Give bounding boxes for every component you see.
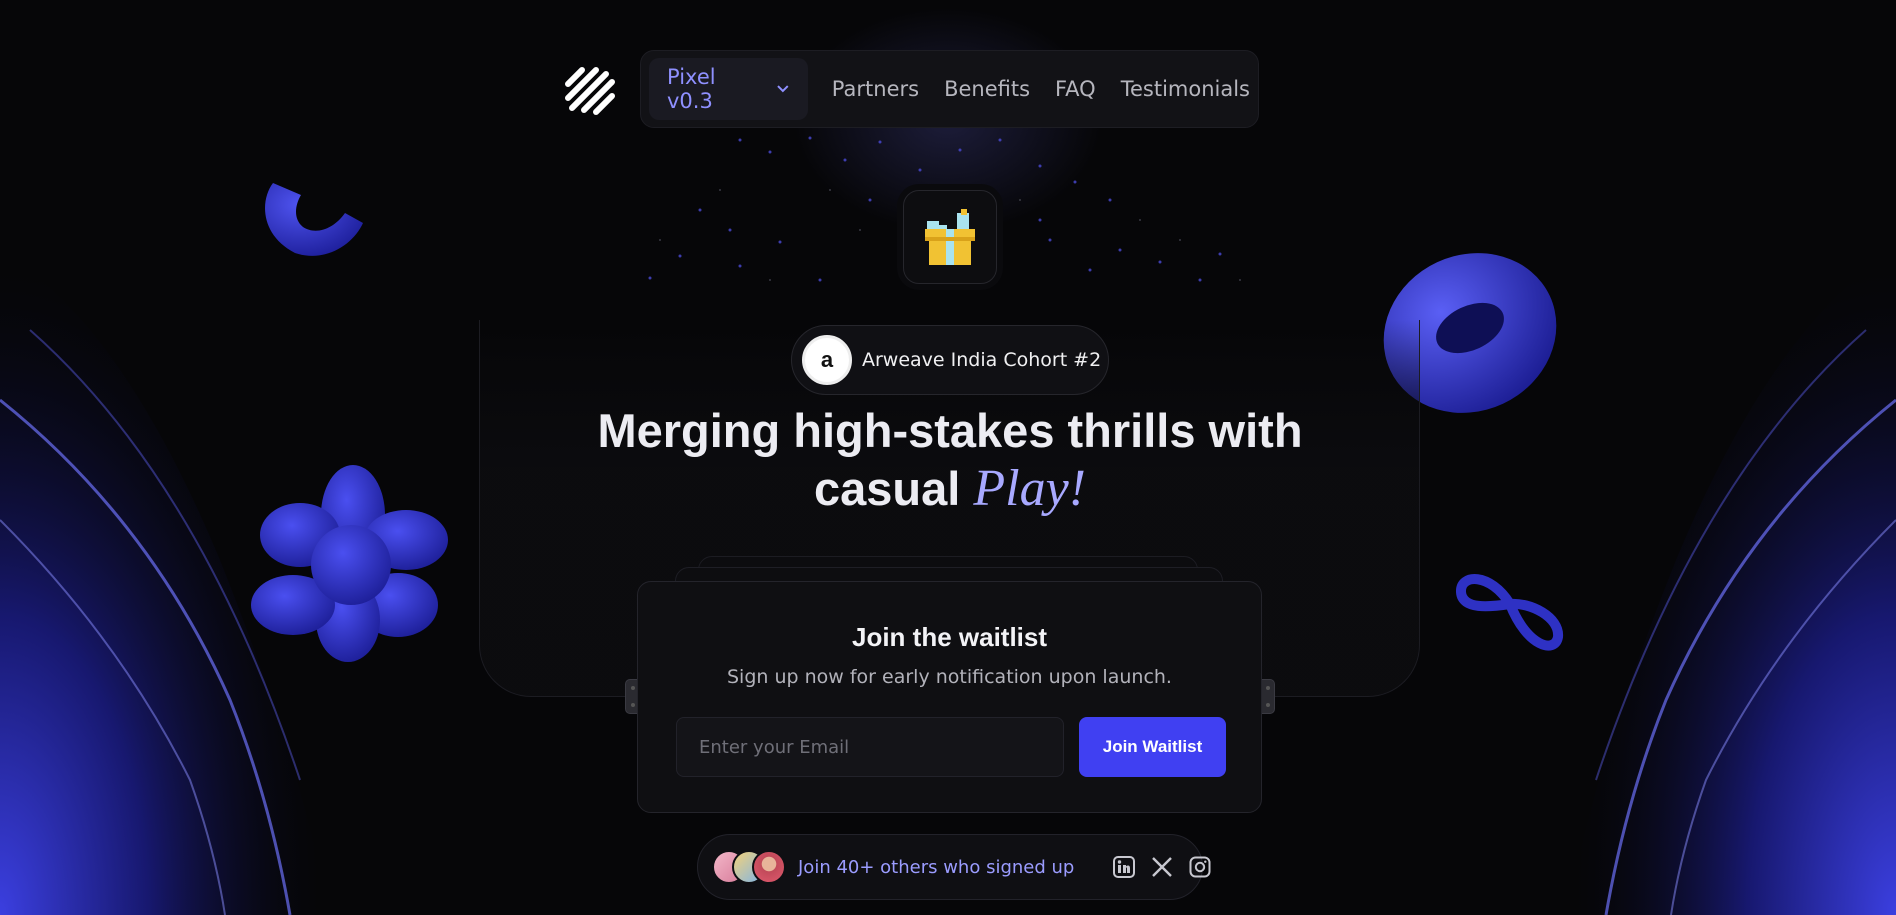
chevron-down-icon: [777, 85, 789, 93]
instagram-icon[interactable]: [1188, 855, 1212, 879]
cohort-badge: a Arweave India Cohort #2: [791, 325, 1109, 395]
gift-tile: [903, 190, 997, 284]
headline-accent-word: Play!: [973, 460, 1086, 517]
x-icon[interactable]: [1150, 855, 1174, 879]
linkedin-icon[interactable]: [1112, 855, 1136, 879]
social-links: [1112, 855, 1212, 879]
waitlist-card: Join the waitlist Sign up now for early …: [637, 581, 1262, 813]
version-label: Pixel v0.3: [667, 65, 716, 113]
gift-icon: [925, 209, 975, 265]
email-field[interactable]: [676, 717, 1064, 777]
cohort-badge-text: Arweave India Cohort #2: [862, 349, 1102, 371]
version-dropdown[interactable]: Pixel v0.3: [649, 58, 808, 120]
join-waitlist-button[interactable]: Join Waitlist: [1079, 717, 1226, 777]
blob-arc-shape: [265, 183, 363, 256]
signup-count-text: Join 40+ others who signed up: [798, 856, 1075, 878]
blob-infinity-shape: [1456, 574, 1563, 651]
avatar: [752, 850, 786, 884]
arweave-avatar-letter: a: [820, 347, 834, 372]
arweave-avatar: a: [802, 335, 852, 385]
nav-link-partners[interactable]: Partners: [832, 77, 919, 101]
hero-headline: Merging high-stakes thrills with casual …: [500, 402, 1400, 518]
waitlist-subtitle: Sign up now for early notification upon …: [727, 666, 1172, 688]
top-nav: Pixel v0.3 Partners Benefits FAQ Testimo…: [640, 50, 1259, 128]
waitlist-title: Join the waitlist: [851, 622, 1048, 652]
signup-avatars: [712, 850, 786, 884]
blob-asterisk-shape: [251, 465, 448, 662]
social-proof-bar: Join 40+ others who signed up: [697, 834, 1211, 900]
landing-page: Pixel v0.3 Partners Benefits FAQ Testimo…: [0, 0, 1896, 915]
headline-line2-plain: casual: [814, 462, 961, 515]
nav-link-faq[interactable]: FAQ: [1055, 77, 1096, 101]
nav-link-testimonials[interactable]: Testimonials: [1121, 77, 1250, 101]
nav-link-benefits[interactable]: Benefits: [944, 77, 1030, 101]
headline-line1: Merging high-stakes thrills with: [597, 404, 1303, 457]
logo-icon[interactable]: [562, 62, 618, 118]
